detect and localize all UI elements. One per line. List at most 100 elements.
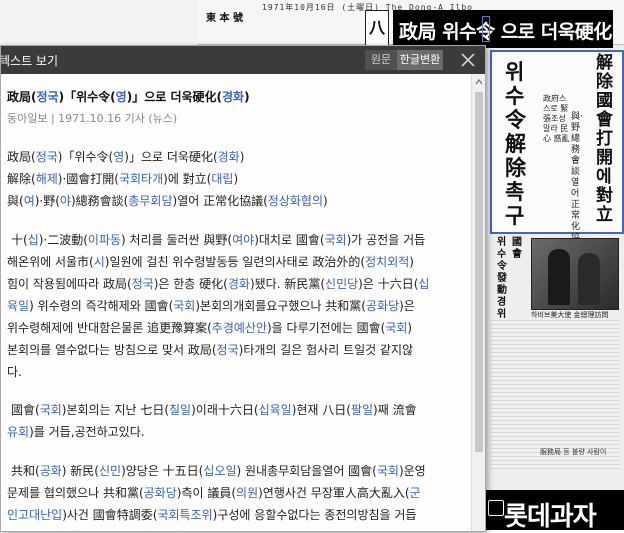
article-line: 다. — [7, 363, 22, 380]
newspaper-side-box-text: 八 — [369, 18, 386, 37]
line-text: )본회의개회를요구했으나 共和黨( — [195, 299, 366, 313]
hangul-reading: 공화 — [39, 464, 62, 478]
article-line: 힘이 작용됨에따라 政局(정국)은 한층 硬化(경화)됐다. 新民黨(신민당)은… — [7, 275, 429, 292]
scrollbar[interactable] — [471, 74, 485, 531]
chevron-up-icon — [475, 78, 483, 85]
hangul-reading: 국회특조위 — [157, 508, 213, 522]
article-line: 문제를 협의했으나 共和黨(공화당)측이 議員(의원)연행사건 무장軍人高大亂入… — [7, 484, 421, 501]
hangul-reading: 십 — [27, 233, 39, 247]
close-icon — [461, 53, 475, 67]
headline-selection-marker — [482, 16, 490, 42]
article-line: 인고대난입)사건 國會特調委(국회특조위)구성에 응할수없다는 종전의방침을 거… — [7, 506, 416, 523]
line-text: ) — [407, 321, 413, 335]
panel-header: 텍스트 보기 원문 한글변환 — [1, 46, 485, 74]
line-text: 다. — [7, 365, 22, 379]
line-text: )·二波動( — [38, 233, 88, 247]
line-text: 힘이 작용됨에따라 政局( — [7, 277, 132, 291]
hangul-reading: 야 — [59, 194, 71, 208]
vertical-headline-2: 解除 國會打開에 對立 — [596, 53, 613, 225]
text-view-panel: 텍스트 보기 원문 한글변환 政局(정국)「위수令(영)」으로 더욱硬化(경화)… — [0, 45, 486, 532]
line-text: )일원에 걸친 위수령발동등 일련의사태로 政治外的( — [104, 255, 366, 269]
line-text: 문제를 협의했으나 共和黨( — [7, 486, 144, 500]
article-line: 解除(해제)·國會打開(국회타개)에 對立(대립) — [7, 170, 238, 187]
line-text: )운영 — [398, 464, 426, 478]
hangul-reading: 총무회담 — [128, 194, 173, 208]
line-text: 共和( — [11, 464, 40, 478]
hangul-reading: 경화 — [227, 277, 250, 291]
line-text: 하고있어 합의에이르지 못하고 있다. — [7, 530, 188, 531]
article-title-part: 영 — [115, 90, 127, 104]
line-text: )타개의 길은 험사리 트일것 같지않 — [238, 343, 414, 357]
hangul-reading: 정상화협의 — [267, 194, 323, 208]
newspaper-headline[interactable]: 政局 위수令 으로 더욱硬化 — [393, 10, 613, 48]
line-text: ) 처리를 둘러싼 與野( — [121, 233, 233, 247]
hangul-reading: 정치외적 — [365, 255, 410, 269]
close-button[interactable] — [457, 49, 479, 71]
hangul-reading: 국회 — [385, 321, 408, 335]
line-text: 與( — [7, 194, 24, 208]
scroll-thumb[interactable] — [475, 92, 483, 452]
line-text: )를 거듭,공전하고있다. — [29, 425, 145, 439]
panel-body: 政局(정국)「위수令(영)」으로 더욱硬化(경화) 동아일보 | 1971.10… — [1, 74, 471, 531]
hangul-reading: 공화당 — [365, 299, 400, 313]
line-text: ) 위수령의 즉각해제와 國會( — [29, 299, 174, 313]
line-text: ) — [322, 194, 328, 208]
hangul-reading: 추경예산안 — [211, 321, 267, 335]
hangul-reading: 국회타개 — [118, 172, 164, 186]
hangul-reading: 군 — [409, 486, 421, 500]
line-text: )을 다루기전에는 國會( — [267, 321, 386, 335]
article-title-part: 경화 — [222, 90, 245, 104]
hangul-reading: 인고대난입 — [7, 508, 63, 522]
tab-original[interactable]: 원문 — [365, 50, 397, 70]
line-text: )대치로 國會( — [254, 233, 325, 247]
line-text: )」으로 더욱硬化( — [124, 150, 218, 164]
hangul-reading: 시 — [93, 255, 105, 269]
line-text: ) — [409, 255, 414, 269]
panel-title: 텍스트 보기 — [0, 54, 59, 68]
article-title-part: ) — [244, 90, 250, 104]
line-text: ) 원내총무회담을열어 國會( — [236, 464, 377, 478]
article-line: 十(십)·二波動(이파동) 처리를 둘러싼 與野(여야)대치로 國會(국회)가 … — [11, 231, 425, 248]
article-line: 政局(정국)「위수令(영)」으로 더욱硬化(경화) — [7, 148, 244, 165]
hangul-reading: 정국 — [216, 343, 239, 357]
photo-figure-right — [578, 253, 600, 305]
photo-caption: 하비브美大使 金總理訪問 — [531, 311, 609, 319]
article-line: 육일) 위수령의 즉각해제와 國會(국회)본회의개회를요구했으나 共和黨(공화당… — [7, 297, 415, 314]
line-text: )에 對立( — [163, 172, 212, 186]
hangul-reading: 영 — [113, 150, 125, 164]
hangul-reading: 국회 — [39, 403, 62, 417]
line-text: )가 공전을 거듭 — [346, 233, 426, 247]
line-text: ) — [233, 172, 239, 186]
hangul-reading: 대립 — [211, 172, 234, 186]
newspaper-brand: 東 本 號 — [206, 13, 243, 24]
ad-logo-icon — [488, 500, 504, 516]
scroll-up-button[interactable] — [472, 74, 485, 88]
vertical-subheadline: 與·野 總務會談열어 正常化協議 — [571, 112, 583, 254]
newspaper-side-box: 八 — [365, 10, 389, 46]
line-text: )이래十六日( — [191, 403, 259, 417]
line-text: 해온위에 서울市( — [7, 255, 94, 269]
article-line: 해온위에 서울市(시)일원에 걸친 위수령발동등 일련의사태로 政治外的(정치외… — [7, 253, 414, 270]
line-text: 國會( — [11, 403, 40, 417]
hangul-reading: 국회 — [376, 464, 399, 478]
tab-hangul-convert[interactable]: 한글변환 — [397, 50, 443, 70]
small-caption: 服務局 등 불량 사람이 — [540, 448, 607, 456]
hangul-reading: 십육일 — [258, 403, 292, 417]
hangul-reading: 십 — [418, 277, 430, 291]
line-text: )양당은 十五日( — [121, 464, 204, 478]
line-text: )째 流會 — [373, 403, 417, 417]
hangul-reading: 경화 — [217, 150, 240, 164]
line-text: )연행사건 무장軍人高大亂入( — [258, 486, 410, 500]
line-text: )·國會打開( — [57, 172, 119, 186]
line-text: 政局( — [7, 150, 36, 164]
line-text: ) — [239, 150, 245, 164]
article-line: 共和(공화) 新民(신민)양당은 十五日(십오일) 원내총무회담을열어 國會(국… — [11, 462, 426, 479]
photo-figure-left — [548, 249, 570, 305]
advertisement-banner: 롯데과자 — [484, 490, 624, 532]
line-text: )·野( — [34, 194, 60, 208]
hangul-reading: 칠일 — [169, 403, 192, 417]
line-text: )은 한층 硬化( — [153, 277, 228, 291]
hangul-reading: 팔일 — [350, 403, 374, 417]
advertisement-text: 롯데과자 — [504, 502, 597, 532]
line-text: )측이 議員( — [176, 486, 237, 500]
